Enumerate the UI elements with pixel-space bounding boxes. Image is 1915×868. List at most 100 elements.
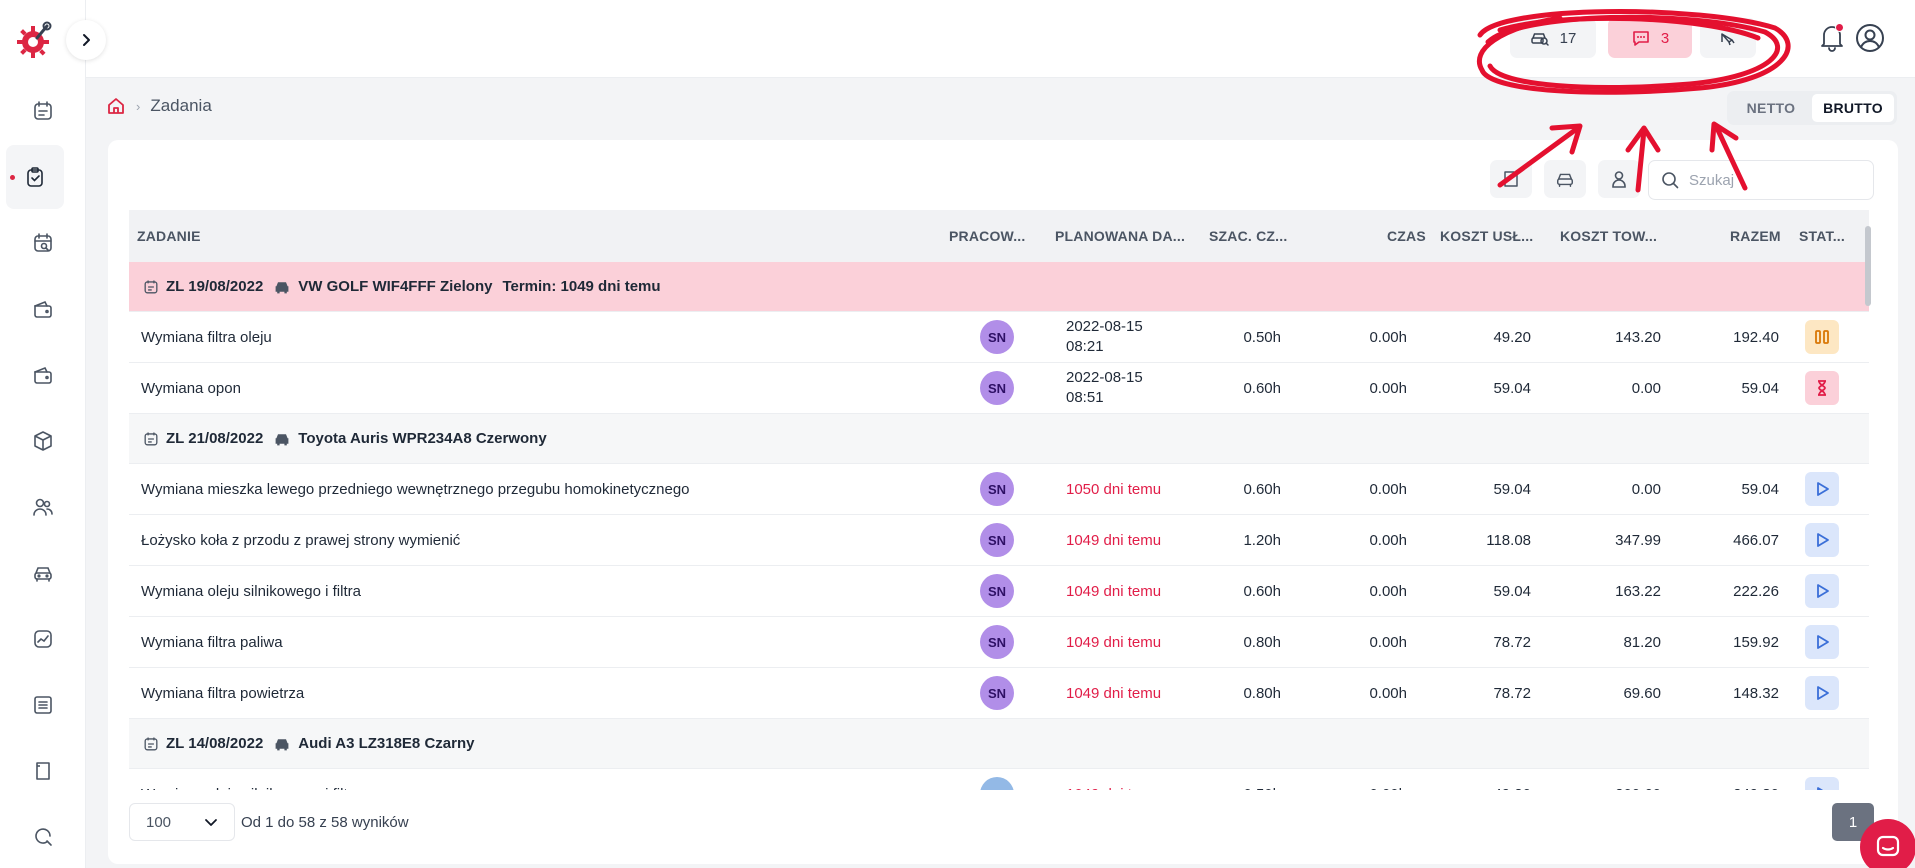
actual-time: 0.00h [1319, 769, 1407, 791]
col-status[interactable]: STAT... [1799, 210, 1845, 262]
active-indicator [10, 175, 15, 180]
top-bar: 17 3 [86, 0, 1915, 78]
col-service-cost[interactable]: KOSZT USŁ... [1440, 210, 1533, 262]
estimated-time: 0.80h [1243, 684, 1281, 702]
goods-cost: 0.00 [1631, 379, 1661, 397]
worker-avatar[interactable]: SN [980, 523, 1014, 557]
sidebar-item-orders[interactable] [0, 79, 86, 143]
worker-avatar[interactable]: SN [980, 676, 1014, 710]
results-summary: Od 1 do 58 z 58 wyników [241, 813, 409, 831]
sidebar-item-documents[interactable] [0, 739, 86, 803]
sidebar-item-products[interactable] [0, 409, 86, 473]
status-start-button[interactable] [1805, 574, 1839, 608]
table-row[interactable]: Łożysko koła z przodu z prawej strony wy… [129, 515, 1869, 566]
home-icon[interactable] [106, 96, 126, 116]
actual-time: 0.00h [1369, 531, 1407, 549]
pause-icon [1815, 330, 1829, 344]
sidebar-item-vehicles[interactable] [0, 541, 86, 605]
messages-count: 3 [1660, 29, 1670, 47]
col-time[interactable]: CZAS [1387, 210, 1426, 262]
table-row[interactable]: Wymiana oleju silnikowego i filtra GK 10… [129, 769, 1869, 790]
planned-date: 2022-08-15 08:51 [1066, 369, 1143, 406]
service-cost: 118.08 [1486, 531, 1531, 549]
filter-vehicle-button[interactable] [1544, 160, 1586, 198]
sidebar-toggle-button[interactable] [66, 20, 106, 60]
goods-cost: 347.99 [1615, 531, 1661, 549]
wallet-icon [34, 300, 52, 318]
order-vehicle: Audi A3 LZ318E8 Czarny [273, 735, 474, 752]
calendar-search-icon [34, 233, 52, 252]
status-waiting-button[interactable] [1805, 371, 1839, 405]
search-input[interactable] [1689, 171, 1859, 189]
total-cost: 466.07 [1733, 531, 1779, 549]
campaign-button[interactable] [1700, 18, 1756, 58]
status-paused-button[interactable] [1805, 320, 1839, 354]
chevron-right-icon [83, 34, 90, 46]
col-task[interactable]: ZADANIE [137, 210, 201, 262]
status-start-button[interactable] [1805, 625, 1839, 659]
actual-time: 0.00h [1369, 379, 1407, 397]
user-menu-button[interactable] [1852, 20, 1888, 56]
search-box[interactable] [1648, 160, 1874, 200]
order-vehicle: Toyota Auris WPR234A8 Czerwony [273, 430, 547, 447]
order-number: ZL 14/08/2022 [143, 735, 263, 752]
status-start-button[interactable] [1805, 676, 1839, 710]
col-estimated[interactable]: SZAC. CZ... [1209, 210, 1287, 262]
table-row[interactable]: Wymiana oleju silnikowego i filtra SN 10… [129, 566, 1869, 617]
status-start-button[interactable] [1805, 472, 1839, 506]
worker-avatar[interactable]: SN [980, 472, 1014, 506]
chat-button[interactable] [1860, 819, 1915, 868]
price-mode-toggle[interactable]: NETTO BRUTTO [1727, 91, 1897, 125]
order-deadline: Termin: 1049 dni temu [502, 278, 661, 295]
play-icon [1817, 635, 1829, 649]
table-row[interactable]: Wymiana filtra oleju SN 2022-08-15 08:21 … [129, 312, 1869, 363]
orders-icon [34, 101, 52, 120]
messages-counter-button[interactable]: 3 [1608, 18, 1692, 58]
table-row[interactable]: Wymiana filtra paliwa SN 1049 dni temu 0… [129, 617, 1869, 668]
sidebar-item-reports[interactable] [0, 607, 86, 671]
order-group-row[interactable]: ZL 14/08/2022 Audi A3 LZ318E8 Czarny [129, 719, 1869, 769]
table-row[interactable]: Wymiana opon SN 2022-08-15 08:51 0.60h 0.… [129, 363, 1869, 414]
col-total[interactable]: RAZEM [1730, 210, 1781, 262]
status-start-button[interactable] [1805, 777, 1839, 790]
tasks-card: ZADANIE PRACOW... PLANOWANA DA... SZAC. … [108, 140, 1898, 864]
note-icon [1504, 171, 1518, 187]
toggle-orders-button[interactable] [1490, 160, 1532, 198]
worker-avatar[interactable]: SN [980, 371, 1014, 405]
logo-icon[interactable] [13, 20, 53, 60]
per-page-select[interactable]: 100 [129, 803, 235, 841]
sidebar-item-clients[interactable] [0, 475, 86, 539]
worker-avatar[interactable]: SN [980, 625, 1014, 659]
scrollbar-thumb[interactable] [1865, 226, 1871, 306]
sidebar-item-lists[interactable] [0, 673, 86, 737]
sidebar-item-tasks[interactable] [6, 145, 64, 209]
inspection-count: 17 [1559, 29, 1577, 47]
sidebar-item-wallet[interactable] [0, 277, 86, 341]
brutto-option[interactable]: BRUTTO [1812, 94, 1894, 122]
sidebar-item-wallet-2[interactable] [0, 343, 86, 407]
filter-worker-button[interactable] [1598, 160, 1640, 198]
status-start-button[interactable] [1805, 523, 1839, 557]
table-row[interactable]: Wymiana filtra powietrza SN 1049 dni tem… [129, 668, 1869, 719]
inspection-counter-button[interactable]: 17 [1510, 18, 1596, 58]
col-planned[interactable]: PLANOWANA DA... [1055, 210, 1185, 262]
order-group-row[interactable]: ZL 21/08/2022 Toyota Auris WPR234A8 Czer… [129, 414, 1869, 464]
actual-time: 0.00h [1369, 633, 1407, 651]
service-cost: 59.04 [1493, 582, 1531, 600]
table-row[interactable]: Wymiana mieszka lewego przedniego wewnęt… [129, 464, 1869, 515]
table-scrollbar[interactable] [1863, 222, 1871, 792]
worker-avatar[interactable]: SN [980, 320, 1014, 354]
worker-avatar[interactable]: SN [980, 574, 1014, 608]
search-icon [1662, 172, 1679, 189]
planned-date: 2022-08-15 08:21 [1066, 318, 1143, 355]
col-worker[interactable]: PRACOW... [949, 210, 1025, 262]
order-icon [144, 736, 158, 750]
task-name: Wymiana oleju silnikowego i filtra [141, 582, 361, 600]
sidebar-item-calendar[interactable] [0, 211, 86, 275]
order-group-row[interactable]: ZL 19/08/2022 VW GOLF WIF4FFF Zielony Te… [129, 262, 1869, 312]
worker-avatar[interactable]: GK [980, 777, 1014, 790]
planned-date: 1050 dni temu [1066, 480, 1162, 498]
sidebar-item-history[interactable] [0, 805, 86, 868]
netto-option[interactable]: NETTO [1730, 94, 1812, 122]
col-goods-cost[interactable]: KOSZT TOW... [1560, 210, 1657, 262]
